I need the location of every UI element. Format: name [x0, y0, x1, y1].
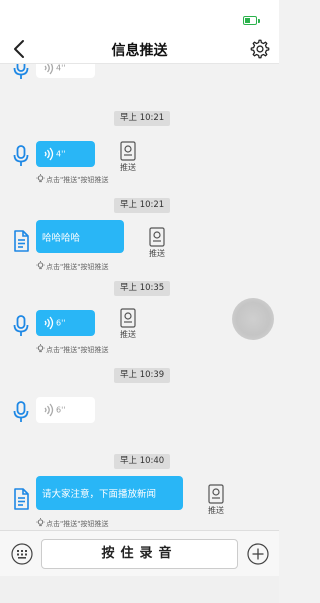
input-bar: 按住录音	[0, 530, 279, 576]
hold-to-record-button[interactable]: 按住录音	[41, 539, 238, 569]
push-icon	[208, 484, 224, 504]
plus-icon	[247, 543, 269, 565]
microphone-icon	[13, 64, 29, 79]
text-bubble[interactable]: 请大家注意，下面播放新闻	[36, 476, 183, 510]
message-text: 哈哈哈哈	[42, 232, 81, 244]
push-hint: 点击"推送"按钮推送	[36, 518, 108, 528]
battery-icon	[243, 16, 260, 25]
timestamp: 早上 10:35	[114, 281, 171, 296]
settings-button[interactable]	[249, 38, 271, 60]
more-button[interactable]	[247, 543, 269, 565]
keyboard-icon	[11, 543, 33, 565]
push-label: 推送	[120, 330, 136, 339]
bottom-safe-area	[0, 576, 279, 603]
voice-duration: 4''	[56, 64, 66, 73]
push-hint: 点击"推送"按钮推送	[36, 174, 108, 184]
push-button[interactable]: 推送	[114, 141, 142, 175]
lightbulb-icon	[36, 344, 45, 353]
chat-list[interactable]: 4'' 早上 10:21 4'' 推送 点击"推送"按钮推送 早上 10:21 …	[0, 64, 279, 530]
voice-duration: 6''	[56, 405, 66, 415]
floating-assistive-button[interactable]	[232, 298, 274, 340]
lightbulb-icon	[36, 518, 45, 527]
push-label: 推送	[120, 163, 136, 172]
push-button[interactable]: 推送	[114, 308, 142, 342]
keyboard-toggle-button[interactable]	[11, 543, 33, 565]
push-button[interactable]: 推送	[202, 484, 230, 518]
push-hint: 点击"推送"按钮推送	[36, 261, 108, 271]
push-icon	[120, 141, 136, 161]
microphone-icon	[13, 401, 29, 422]
voice-duration: 4''	[56, 149, 66, 159]
push-label: 推送	[149, 249, 165, 258]
sound-wave-icon	[44, 316, 54, 330]
sound-wave-icon	[44, 64, 54, 75]
status-bar	[0, 0, 279, 34]
sound-wave-icon	[44, 403, 54, 417]
sound-wave-icon	[44, 147, 54, 161]
lightbulb-icon	[36, 174, 45, 183]
voice-bubble[interactable]: 6''	[36, 397, 95, 423]
message-text: 请大家注意，下面播放新闻	[42, 489, 157, 500]
push-label: 推送	[208, 506, 224, 515]
page-title: 信息推送	[111, 43, 168, 59]
microphone-icon	[13, 315, 29, 336]
document-icon	[14, 230, 29, 252]
gear-icon	[250, 39, 270, 59]
timestamp: 早上 10:39	[114, 368, 171, 383]
voice-bubble[interactable]: 6''	[36, 310, 95, 336]
push-icon	[120, 308, 136, 328]
voice-bubble[interactable]: 4''	[36, 64, 95, 78]
microphone-icon	[13, 145, 29, 166]
text-bubble[interactable]: 哈哈哈哈	[36, 220, 124, 253]
nav-bar: 信息推送	[0, 34, 279, 64]
lightbulb-icon	[36, 261, 45, 270]
timestamp: 早上 10:21	[114, 111, 171, 126]
timestamp: 早上 10:21	[114, 198, 171, 213]
push-icon	[149, 227, 165, 247]
voice-duration: 6''	[56, 318, 66, 328]
voice-bubble[interactable]: 4''	[36, 141, 95, 167]
document-icon	[14, 488, 29, 510]
timestamp: 早上 10:40	[114, 454, 171, 469]
push-button[interactable]: 推送	[143, 227, 171, 261]
push-hint: 点击"推送"按钮推送	[36, 344, 108, 354]
